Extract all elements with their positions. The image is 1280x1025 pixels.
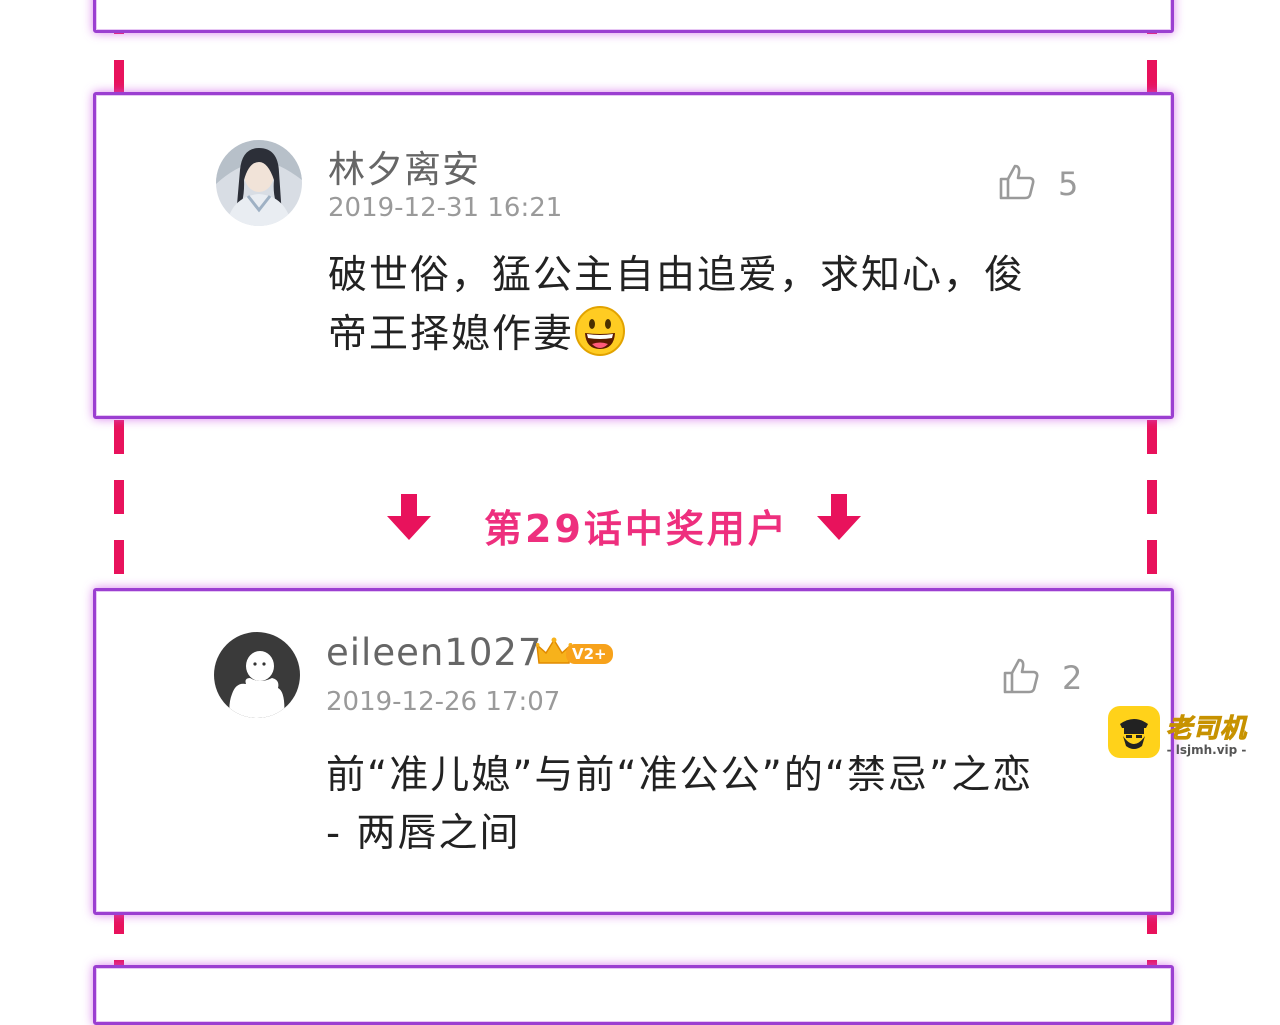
comment-text: 破世俗，猛公主自由追爱，求知心，俊帝王择媳作妻 — [328, 253, 1026, 357]
watermark-logo-icon — [1108, 706, 1160, 758]
like-count: 2 — [1062, 659, 1083, 697]
comment-card: 林夕离安 2019-12-31 16:21 5 破世俗，猛公主自由追爱，求知心，… — [93, 92, 1174, 419]
like-button[interactable]: 2 — [1002, 657, 1082, 699]
comment-card: eileen1027 V2+ 2019-12-26 17:07 2 前“准儿媳”… — [93, 588, 1174, 915]
like-count: 5 — [1058, 165, 1079, 203]
grinning-face-emoji-icon — [574, 305, 626, 357]
vip-badge: V2+ — [535, 637, 613, 671]
avatar[interactable] — [216, 140, 302, 226]
site-watermark: 老司机 - lsjmh.vip - — [1108, 706, 1247, 758]
timestamp: 2019-12-31 16:21 — [328, 193, 563, 223]
comment-text: 前“准儿媳”与前“准公公”的“禁忌”之恋 - 两唇之间 — [326, 753, 1034, 856]
arrow-down-icon — [816, 494, 862, 544]
comment-card-next — [93, 965, 1174, 1025]
avatar[interactable] — [214, 632, 300, 718]
watermark-name: 老司机 — [1165, 713, 1248, 744]
winners-divider-label: 第29话中奖用户 — [484, 507, 789, 551]
thumbs-up-icon — [998, 163, 1036, 205]
username[interactable]: 林夕离安 — [328, 139, 480, 193]
thumbs-up-icon — [1002, 657, 1040, 699]
username[interactable]: eileen1027 — [326, 631, 542, 674]
arrow-down-icon — [386, 494, 432, 544]
like-button[interactable]: 5 — [998, 163, 1078, 205]
watermark-url: - lsjmh.vip - — [1166, 742, 1247, 757]
comment-card-previous — [93, 0, 1174, 33]
vip-level: V2+ — [566, 644, 613, 664]
timestamp: 2019-12-26 17:07 — [326, 687, 561, 717]
